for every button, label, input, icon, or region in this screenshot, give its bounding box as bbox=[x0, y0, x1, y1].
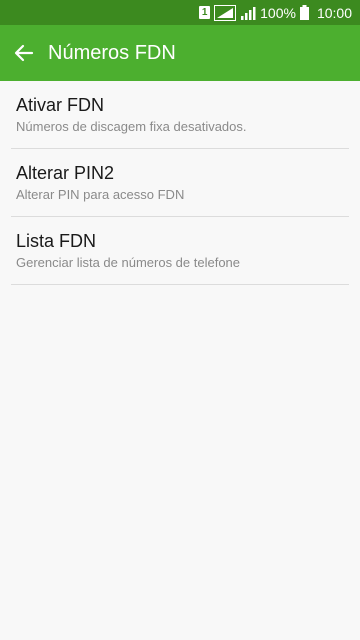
arrow-left-icon bbox=[14, 44, 34, 62]
clock: 10:00 bbox=[316, 4, 352, 21]
sim-icon: 1 bbox=[199, 6, 211, 19]
list-item-title: Ativar FDN bbox=[16, 95, 105, 115]
divider bbox=[11, 284, 349, 285]
battery-icon bbox=[299, 5, 309, 20]
signal-icon bbox=[240, 6, 256, 20]
battery-percent: 100% bbox=[260, 4, 296, 21]
list-item-subtitle: Números de discagem fixa desativados. bbox=[16, 119, 247, 134]
app-bar: Números FDN bbox=[0, 25, 360, 81]
list-item-title: Lista FDN bbox=[16, 231, 97, 251]
status-bar: 1 100% 10:00 bbox=[0, 0, 360, 25]
list-item-subtitle: Gerenciar lista de números de telefone bbox=[16, 255, 241, 270]
wifi-icon bbox=[214, 4, 237, 21]
settings-list: Ativar FDN Números de discagem fixa desa… bbox=[0, 81, 360, 285]
list-item-alterar-pin2[interactable]: Alterar PIN2 Alterar PIN para acesso FDN bbox=[0, 149, 360, 217]
list-item-title: Alterar PIN2 bbox=[16, 163, 115, 183]
list-item-lista-fdn[interactable]: Lista FDN Gerenciar lista de números de … bbox=[0, 217, 360, 285]
list-item-ativar-fdn[interactable]: Ativar FDN Números de discagem fixa desa… bbox=[0, 81, 360, 149]
page-title: Números FDN bbox=[48, 41, 176, 64]
back-button[interactable] bbox=[0, 25, 48, 81]
list-item-subtitle: Alterar PIN para acesso FDN bbox=[16, 187, 185, 202]
